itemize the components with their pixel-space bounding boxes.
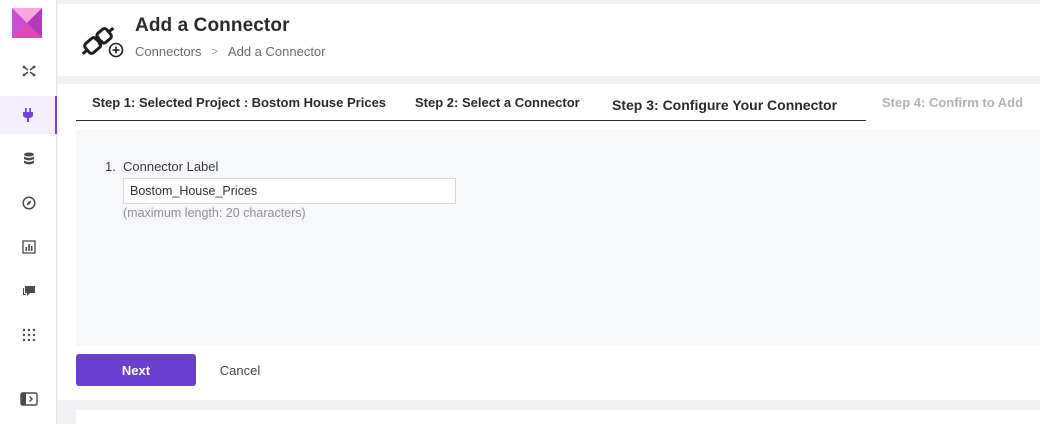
breadcrumb: Connectors > Add a Connector — [135, 44, 326, 59]
breadcrumb-current: Add a Connector — [227, 44, 326, 59]
sidebar-item-reports[interactable] — [0, 228, 57, 266]
page-title: Add a Connector — [135, 15, 290, 36]
main-content: Step 1: Selected Project : Bostom House … — [58, 84, 1040, 400]
step-1[interactable]: Step 1: Selected Project : Bostom House … — [92, 84, 386, 121]
sidebar-item-connections[interactable] — [0, 52, 57, 90]
sidebar-item-chat[interactable] — [0, 272, 57, 310]
connections-icon — [22, 65, 35, 77]
footer-strip — [76, 410, 1040, 424]
sidebar-item-connectors[interactable] — [0, 96, 57, 134]
add-connector-icon — [81, 26, 124, 58]
apps-grid-icon — [22, 328, 35, 342]
connector-label-heading: Connector Label — [123, 159, 219, 174]
sidebar-collapse-toggle[interactable] — [0, 380, 57, 418]
connector-label-input[interactable] — [123, 178, 456, 204]
page-header: Add a Connector Connectors > Add a Conne… — [58, 4, 1040, 76]
breadcrumb-separator-icon: > — [211, 45, 218, 58]
connector-form-panel: 1. Connector Label (maximum length: 20 c… — [76, 130, 1040, 346]
step-4-disabled: Step 4: Confirm to Add — [882, 95, 1024, 110]
breadcrumb-connectors[interactable]: Connectors — [135, 44, 201, 59]
connector-plug-icon — [22, 108, 33, 122]
sidebar — [0, 0, 57, 424]
field-number: 1. — [105, 159, 116, 174]
next-button[interactable]: Next — [76, 354, 196, 386]
cancel-button[interactable]: Cancel — [208, 354, 272, 386]
database-icon — [23, 152, 34, 165]
bar-chart-icon — [21, 240, 36, 254]
steps-progress-line — [76, 120, 866, 121]
collapse-sidebar-icon — [19, 392, 38, 406]
wizard-steps: Step 1: Selected Project : Bostom House … — [76, 84, 1040, 121]
sidebar-item-data[interactable] — [0, 140, 57, 178]
connector-label-hint: (maximum length: 20 characters) — [123, 206, 306, 220]
step-2[interactable]: Step 2: Select a Connector — [415, 84, 580, 121]
app-logo[interactable] — [12, 8, 42, 38]
chat-icon — [22, 286, 35, 296]
compass-icon — [21, 196, 36, 210]
step-3-current[interactable]: Step 3: Configure Your Connector — [612, 86, 837, 123]
sidebar-item-explore[interactable] — [0, 184, 57, 222]
sidebar-item-apps[interactable] — [0, 316, 57, 354]
